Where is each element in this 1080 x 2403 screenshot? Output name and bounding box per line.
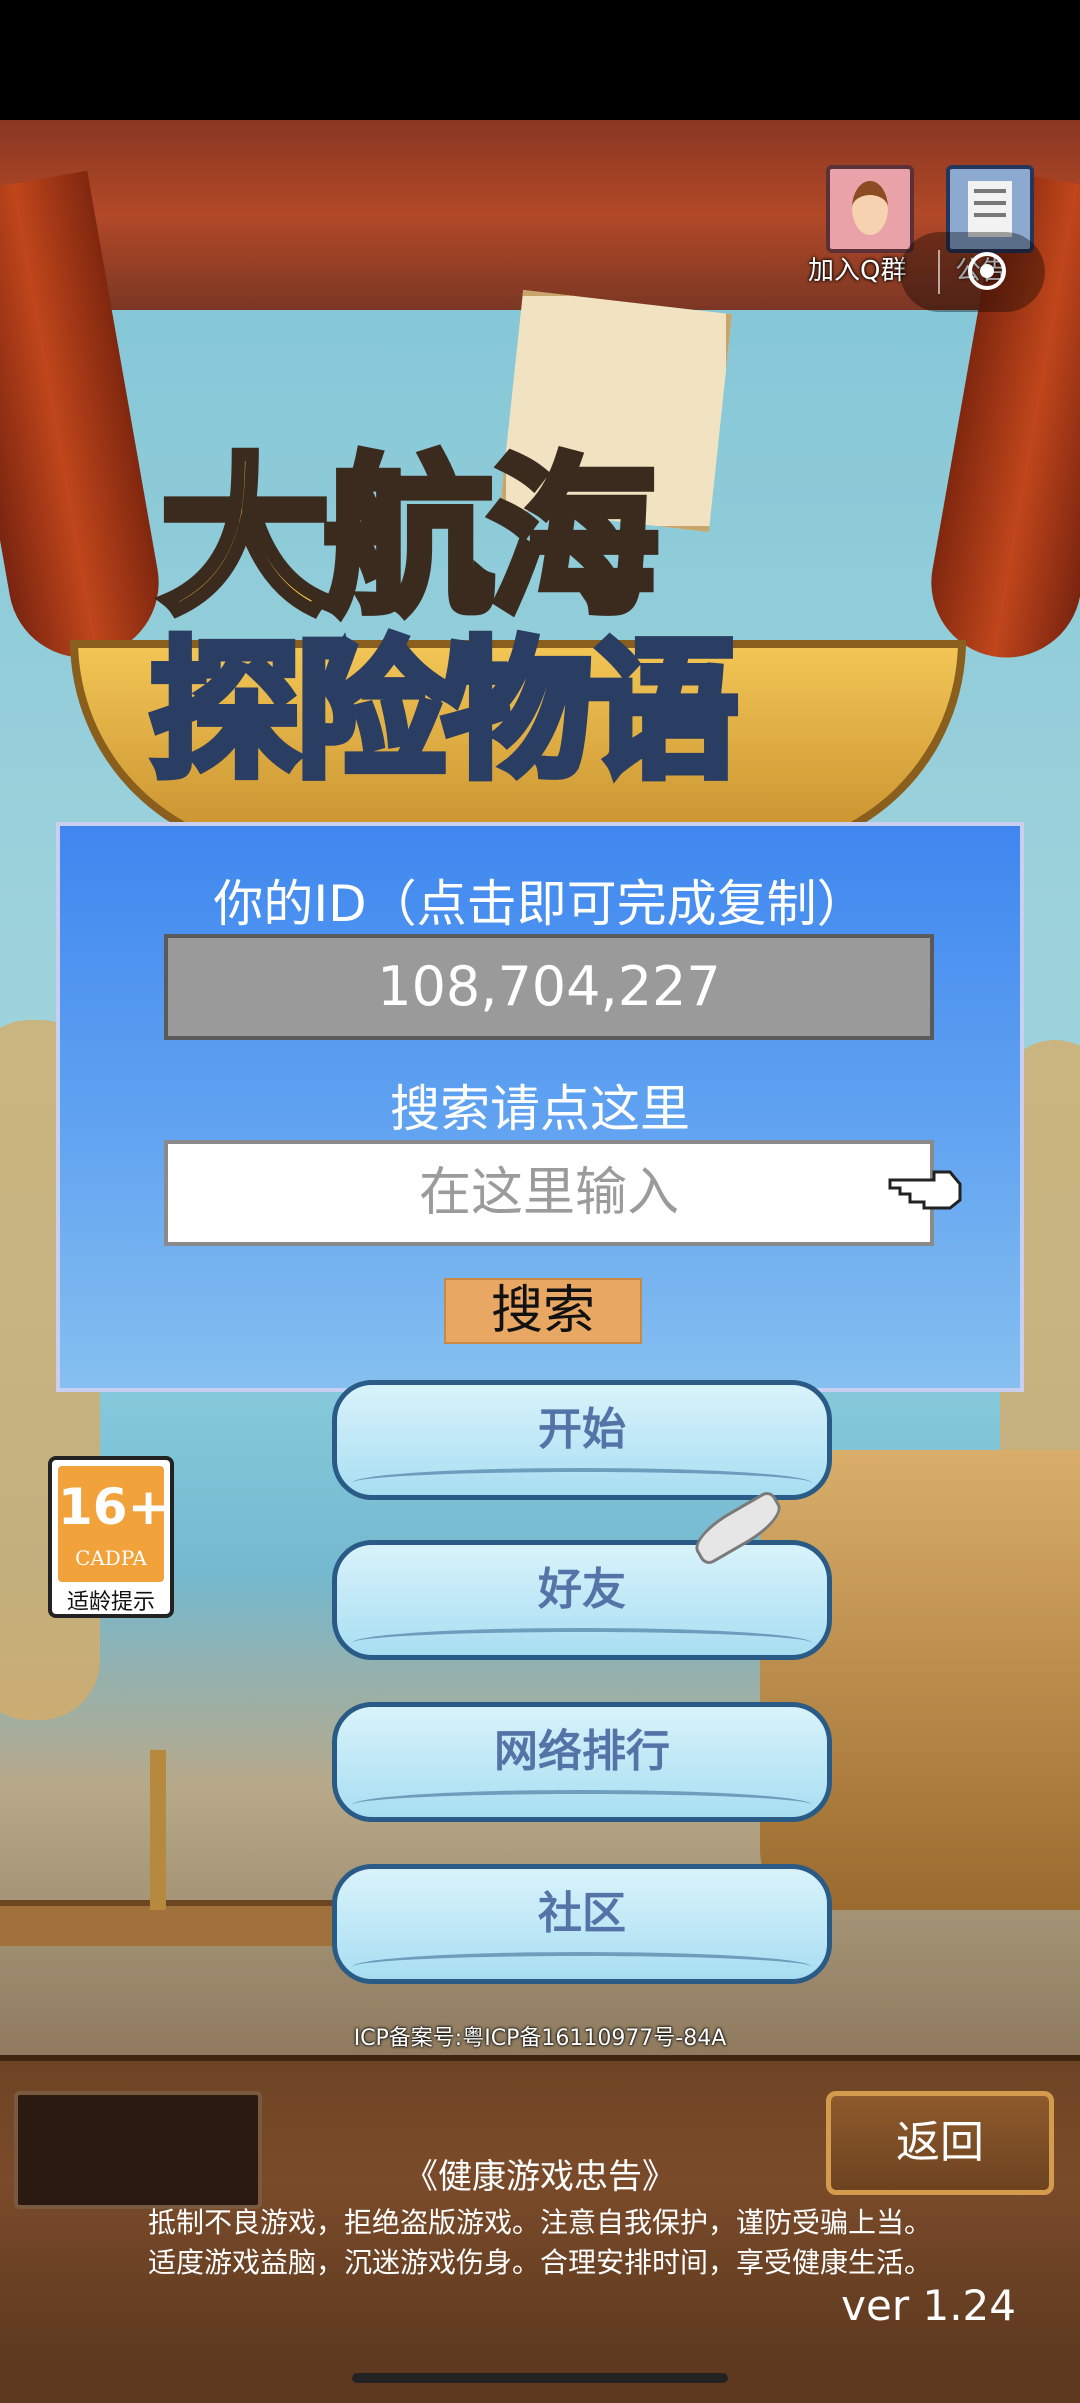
overlay-divider [938,250,940,294]
ranking-label: 网络排行 [494,1726,670,1777]
version-label: ver 1.24 [841,2281,1016,2330]
ranking-button[interactable]: 网络排行 [332,1692,832,1832]
home-bar-area [0,2355,1080,2403]
age-rating-caption: 适龄提示 [66,1590,155,1615]
id-title: 你的ID（点击即可完成复制） [213,875,867,933]
start-label: 开始 [538,1404,626,1455]
search-title: 搜索请点这里 [390,1080,690,1138]
community-button[interactable]: 社区 [332,1854,832,1994]
friends-label: 好友 [538,1564,626,1615]
target-icon[interactable] [968,252,1006,290]
ship-hull-right [760,1450,1080,1910]
logo-title-line2: 探险物语 [146,621,742,803]
home-indicator[interactable] [352,2373,728,2383]
id-search-panel: 你的ID（点击即可完成复制） 108,704,227 搜索请点这里 在这里输入 … [56,822,1024,1392]
avatar-icon [852,181,888,235]
health-advice-line2: 适度游戏益脑，沉迷游戏伤身。合理安排时间，享受健康生活。 [147,2246,932,2279]
floating-overlay-control[interactable] [900,232,1045,312]
community-label: 社区 [538,1888,626,1939]
document-icon [968,181,1012,237]
join-group-label[interactable]: 加入Q群 [808,250,906,287]
crane [150,1750,166,1910]
join-group-icon[interactable] [826,165,914,253]
search-input[interactable]: 在这里输入 [164,1140,934,1246]
bottom-panel: 返回 《健康游戏忠告》 抵制不良游戏，拒绝盗版游戏。注意自我保护，谨防受骗上当。… [0,2055,1080,2361]
player-id-copy-box[interactable]: 108,704,227 [164,934,934,1040]
age-rating: 16+ [58,1478,170,1536]
age-rating-org: CADPA [75,1546,147,1570]
start-button[interactable]: 开始 [332,1370,832,1510]
status-bar [0,0,1080,120]
health-advice-title: 《健康游戏忠告》 [404,2157,676,2197]
icp-registration: ICP备案号:粤ICP备16110977号-84A [353,2026,727,2051]
friends-button[interactable]: 好友 [332,1530,832,1670]
pointing-hand-icon [888,1170,962,1210]
search-button[interactable]: 搜索 [444,1278,642,1344]
health-advice-line1: 抵制不良游戏，拒绝盗版游戏。注意自我保护，谨防受骗上当。 [147,2206,932,2239]
age-rating-badge[interactable]: 16+ CADPA 适龄提示 [48,1456,174,1618]
